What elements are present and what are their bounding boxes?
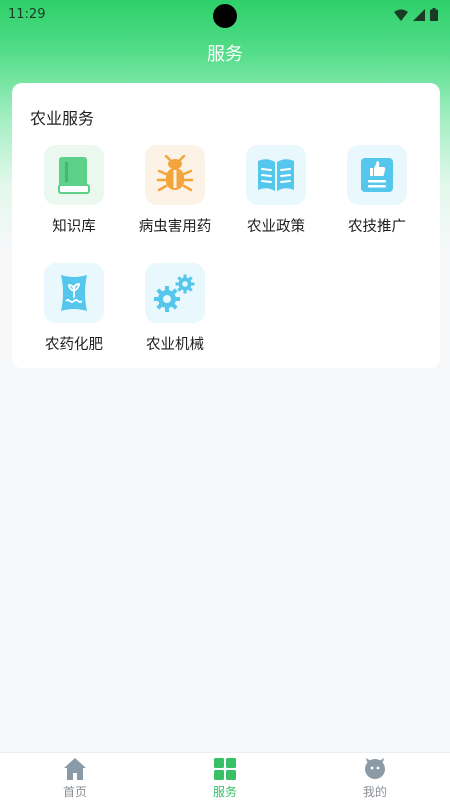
book-icon-box bbox=[44, 145, 104, 205]
item-label: 病虫害用药 bbox=[138, 219, 212, 235]
item-label: 知识库 bbox=[52, 219, 96, 235]
item-label: 农药化肥 bbox=[45, 337, 103, 353]
signal-icon bbox=[413, 8, 425, 21]
open-book-icon-box bbox=[246, 145, 306, 205]
book-icon bbox=[58, 157, 90, 194]
fertilizer-bag-icon bbox=[61, 275, 87, 311]
service-knowledge-base[interactable]: 知识库 bbox=[24, 145, 124, 245]
status-bar: 11:29 bbox=[0, 0, 450, 32]
nav-label: 首页 bbox=[62, 785, 87, 799]
item-label: 农业机械 bbox=[146, 337, 204, 353]
service-pest-medicine[interactable]: 病虫害用药 bbox=[125, 145, 225, 245]
wifi-icon bbox=[394, 9, 408, 21]
nav-label: 我的 bbox=[362, 785, 387, 799]
gears-icon bbox=[154, 274, 195, 312]
open-book-icon bbox=[258, 159, 294, 191]
page-title: 服务 bbox=[207, 44, 243, 65]
bug-icon-box bbox=[145, 145, 205, 205]
service-agri-machinery[interactable]: 农业机械 bbox=[125, 263, 225, 363]
bottom-nav: 首页 服务 我的 bbox=[0, 752, 450, 800]
camera-cutout bbox=[213, 4, 237, 28]
card-title: 农业服务 bbox=[30, 109, 95, 128]
nav-label: 服务 bbox=[212, 785, 237, 799]
status-icons bbox=[394, 8, 438, 21]
bug-icon bbox=[156, 155, 194, 192]
service-tech-promotion[interactable]: 农技推广 bbox=[327, 145, 427, 245]
service-agri-policy[interactable]: 农业政策 bbox=[226, 145, 326, 245]
home-icon bbox=[64, 758, 86, 780]
thumbs-up-icon-box bbox=[347, 145, 407, 205]
nav-home[interactable]: 首页 bbox=[0, 753, 150, 800]
item-label: 农技推广 bbox=[348, 219, 406, 235]
nav-services[interactable]: 服务 bbox=[150, 753, 300, 800]
thumbs-up-document-icon bbox=[361, 158, 393, 192]
item-label: 农业政策 bbox=[247, 219, 305, 235]
fertilizer-icon-box bbox=[44, 263, 104, 323]
profile-face-icon bbox=[365, 758, 385, 779]
grid-icon bbox=[214, 758, 236, 780]
battery-icon bbox=[430, 8, 438, 21]
agri-services-card: 农业服务 知识库 病虫害用药 农业政策 农技推广 农药化肥 农业机械 bbox=[12, 83, 440, 368]
nav-profile[interactable]: 我的 bbox=[300, 753, 450, 800]
gears-icon-box bbox=[145, 263, 205, 323]
status-time: 11:29 bbox=[8, 7, 46, 22]
service-pesticide-fertilizer[interactable]: 农药化肥 bbox=[24, 263, 124, 363]
